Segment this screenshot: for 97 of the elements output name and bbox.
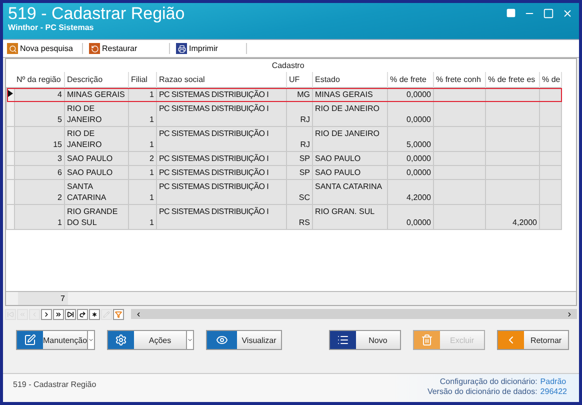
table-cell: SANTA CATARINA <box>64 180 128 204</box>
record-count: 7 <box>18 292 68 305</box>
skip-first-icon <box>7 310 14 318</box>
group-header: Cadastro <box>14 59 562 72</box>
table-cell: 6 <box>14 166 64 180</box>
table-cell: 1 <box>128 180 156 204</box>
table-cell: RJ <box>286 102 312 126</box>
refresh-icon <box>79 310 86 318</box>
table-cell: 1 <box>128 88 156 102</box>
right-icon <box>43 310 50 318</box>
selected-row[interactable]: 4 MINAS GERAIS 1 PC SISTEMAS DISTRIBUIÇÃO I MG MINAS GERAIS 0,0000 <box>6 88 562 102</box>
action-button[interactable]: Visualizar <box>206 330 282 350</box>
table-cell: 4 <box>14 88 64 102</box>
asterisk-icon <box>91 310 98 318</box>
info-value: Padrão <box>540 377 567 386</box>
row-pointer-icon <box>8 90 13 97</box>
table-cell: 1 <box>128 102 156 126</box>
table-cell: 2 <box>14 180 64 204</box>
table-cell: 0,0000 <box>388 88 434 102</box>
table-cell: PC SISTEMAS DISTRIBUIÇÃO I <box>156 152 286 166</box>
navigator-button[interactable] <box>53 308 64 320</box>
window-title: 519 - Cadastrar Região <box>8 5 185 23</box>
scroll-right-icon[interactable] <box>566 310 573 318</box>
table-cell: 4,2000 <box>388 180 434 204</box>
eye-icon <box>216 334 228 346</box>
table-cell: 15 <box>14 126 64 152</box>
double-left-icon <box>19 310 26 318</box>
table-cell: PC SISTEMAS DISTRIBUIÇÃO I <box>156 204 286 230</box>
table-cell: 1 <box>14 204 64 230</box>
table-cell: RIO DE JANEIRO <box>312 126 388 152</box>
window-subtitle: Winthor - PC Sistemas <box>8 23 95 32</box>
table-cell: RJ <box>286 126 312 152</box>
table-cell: SAO PAULO <box>312 166 388 180</box>
info-value: 296422 <box>540 387 567 396</box>
search-icon <box>7 43 18 54</box>
skip-last-icon <box>67 310 74 318</box>
horizontal-scrollbar[interactable] <box>131 309 577 319</box>
dropdown-toggle[interactable] <box>87 331 94 349</box>
table-cell: 2 <box>128 152 156 166</box>
toolbar-button[interactable]: Nova pesquisa <box>7 43 83 54</box>
action-button[interactable]: Manutenção <box>16 330 95 350</box>
table-cell: PC SISTEMAS DISTRIBUIÇÃO I <box>156 166 286 180</box>
table-cell: 4,2000 <box>486 204 540 230</box>
left-icon <box>31 310 38 318</box>
table-cell: RIO DE JANEIRO <box>64 126 128 152</box>
table-cell: RIO DE JANEIRO <box>64 102 128 126</box>
table-cell: 0,0000 <box>388 204 434 230</box>
table-cell: RS <box>286 204 312 230</box>
table-cell: 3 <box>14 152 64 166</box>
printer-icon <box>176 43 187 54</box>
trash-icon <box>421 334 433 346</box>
table-cell: PC SISTEMAS DISTRIBUIÇÃO I <box>156 102 286 126</box>
table-cell: 1 <box>128 166 156 180</box>
toolbar-button[interactable]: Imprimir <box>176 43 247 54</box>
caret-icon[interactable] <box>187 337 193 343</box>
pencil-icon <box>103 310 110 318</box>
table-cell: 0,0000 <box>388 166 434 180</box>
table-cell: MG <box>286 88 312 102</box>
table-cell: RIO GRAN. SUL <box>312 204 388 230</box>
navigator-button[interactable] <box>65 308 76 320</box>
filter-icon <box>115 310 122 318</box>
table-cell: PC SISTEMAS DISTRIBUIÇÃO I <box>156 180 286 204</box>
maximize-icon[interactable] <box>543 8 554 19</box>
table-cell: PC SISTEMAS DISTRIBUIÇÃO I <box>156 126 286 152</box>
table-cell: PC SISTEMAS DISTRIBUIÇÃO I <box>156 88 286 102</box>
navigator-button[interactable] <box>89 308 100 320</box>
info-label: Configuração do dicionário: <box>438 377 538 386</box>
navigator-button[interactable] <box>77 308 88 320</box>
table-cell: 1 <box>128 204 156 230</box>
table-cell: SANTA CATARINA <box>312 180 388 204</box>
gear-icon <box>115 334 127 346</box>
table-cell: RIO DE JANEIRO <box>312 102 388 126</box>
table-cell: MINAS GERAIS <box>312 88 388 102</box>
table-cell: MINAS GERAIS <box>64 88 128 102</box>
table-cell: 5 <box>14 102 64 126</box>
action-button[interactable]: Ações <box>107 330 194 350</box>
table-cell: SAO PAULO <box>312 152 388 166</box>
table-cell: 1 <box>128 126 156 152</box>
double-right-icon <box>55 310 62 318</box>
info-label: Versão do dicionário de dados: <box>427 387 538 396</box>
table-cell: 0,0000 <box>388 102 434 126</box>
action-button[interactable]: Retornar <box>497 330 569 350</box>
scroll-left-icon[interactable] <box>135 310 142 318</box>
table-cell: SAO PAULO <box>64 166 128 180</box>
dropdown-toggle[interactable] <box>186 331 193 349</box>
table-cell: RIO GRANDE DO SUL <box>64 204 128 230</box>
toolbar-button[interactable]: Restaurar <box>89 43 170 54</box>
edit-icon <box>24 334 36 346</box>
action-button[interactable]: Novo <box>329 330 401 350</box>
table-cell: SAO PAULO <box>64 152 128 166</box>
close-icon[interactable] <box>562 8 573 19</box>
status-text: 519 - Cadastrar Região <box>12 379 98 391</box>
caret-icon[interactable] <box>88 337 94 343</box>
navigator-button[interactable] <box>41 308 52 320</box>
table-cell: 5,0000 <box>388 126 434 152</box>
table-cell: 0,0000 <box>388 152 434 166</box>
table-cell: SC <box>286 180 312 204</box>
